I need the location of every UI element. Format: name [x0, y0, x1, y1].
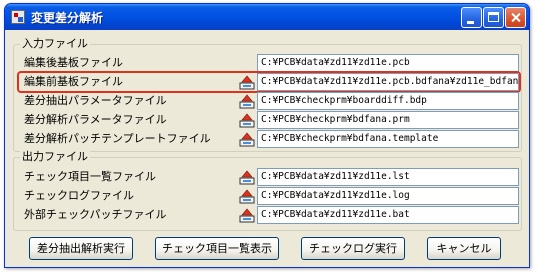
browse-file-button[interactable]	[239, 131, 255, 147]
run-checklog-button[interactable]: チェックログ実行	[301, 237, 405, 260]
output-group-legend: 出力ファイル	[20, 150, 90, 164]
field-label: チェック項目一覧ファイル	[24, 170, 156, 183]
browse-file-button[interactable]	[239, 169, 255, 185]
field-label: 編集前基板ファイル	[24, 75, 123, 88]
browse-file-button[interactable]	[239, 207, 255, 223]
row-checklist-file: チェック項目一覧ファイル C:¥PCB¥data¥zd11¥zd11e.lst	[19, 168, 519, 186]
field-label: 差分抽出パラメータファイル	[24, 94, 167, 107]
close-icon	[506, 8, 525, 27]
row-diff-extract-param: 差分抽出パラメータファイル C:¥PCB¥checkprm¥boarddiff.…	[19, 92, 519, 110]
open-folder-icon	[239, 132, 255, 147]
row-external-patch-file: 外部チェックパッチファイル C:¥PCB¥data¥zd11¥zd11e.bat	[19, 206, 519, 224]
maximize-button[interactable]	[483, 7, 504, 28]
open-folder-icon	[239, 113, 255, 128]
row-diff-analysis-param: 差分解析パラメータファイル C:¥PCB¥checkprm¥bdfana.prm	[19, 111, 519, 129]
row-edited-board: 編集後基板ファイル C:¥PCB¥data¥zd11¥zd11e.pcb	[19, 54, 519, 72]
dialog-window: 変更差分解析 入力ファイル 出力ファイル 編集後基板ファイル C:¥PCB¥da…	[4, 3, 530, 268]
open-folder-icon	[239, 170, 255, 185]
checklist-file-field[interactable]: C:¥PCB¥data¥zd11¥zd11e.lst	[257, 168, 519, 186]
title-bar[interactable]: 変更差分解析	[5, 4, 529, 30]
open-folder-icon	[239, 94, 255, 109]
window-title: 変更差分解析	[31, 11, 104, 25]
external-patch-file-field[interactable]: C:¥PCB¥data¥zd11¥zd11e.bat	[257, 206, 519, 224]
row-pre-edit-board: 編集前基板ファイル C:¥PCB¥data¥zd11¥zd11e.pcb.bdf…	[19, 73, 519, 91]
close-button[interactable]	[505, 7, 526, 28]
pre-edit-board-file-field[interactable]: C:¥PCB¥data¥zd11¥zd11e.pcb.bdfana¥zd11e_…	[257, 73, 519, 91]
edited-board-file-field[interactable]: C:¥PCB¥data¥zd11¥zd11e.pcb	[257, 54, 519, 72]
cancel-button[interactable]: キャンセル	[427, 237, 501, 260]
open-folder-icon	[239, 208, 255, 223]
minimize-button[interactable]	[461, 7, 482, 28]
browse-file-button[interactable]	[239, 112, 255, 128]
patch-template-field[interactable]: C:¥PCB¥checkprm¥bdfana.template	[257, 130, 519, 148]
diff-analysis-param-field[interactable]: C:¥PCB¥checkprm¥bdfana.prm	[257, 111, 519, 129]
checklog-file-field[interactable]: C:¥PCB¥data¥zd11¥zd11e.log	[257, 187, 519, 205]
browse-file-button[interactable]	[239, 188, 255, 204]
open-folder-icon	[239, 75, 255, 90]
browse-file-button[interactable]	[239, 74, 255, 90]
row-patch-template: 差分解析パッチテンプレートファイル C:¥PCB¥checkprm¥bdfana…	[19, 130, 519, 148]
diff-extract-param-field[interactable]: C:¥PCB¥checkprm¥boarddiff.bdp	[257, 92, 519, 110]
input-group-legend: 入力ファイル	[20, 37, 90, 51]
app-icon	[11, 10, 25, 24]
field-label: 差分解析パラメータファイル	[24, 113, 167, 126]
field-label: チェックログファイル	[24, 189, 134, 202]
row-checklog-file: チェックログファイル C:¥PCB¥data¥zd11¥zd11e.log	[19, 187, 519, 205]
field-label: 外部チェックパッチファイル	[24, 208, 167, 221]
field-label: 差分解析パッチテンプレートファイル	[24, 132, 211, 145]
browse-file-button[interactable]	[239, 93, 255, 109]
extract-analyze-button[interactable]: 差分抽出解析実行	[29, 237, 133, 260]
field-label: 編集後基板ファイル	[24, 56, 123, 69]
show-checklist-button[interactable]: チェック項目一覧表示	[155, 237, 279, 260]
open-folder-icon	[239, 189, 255, 204]
